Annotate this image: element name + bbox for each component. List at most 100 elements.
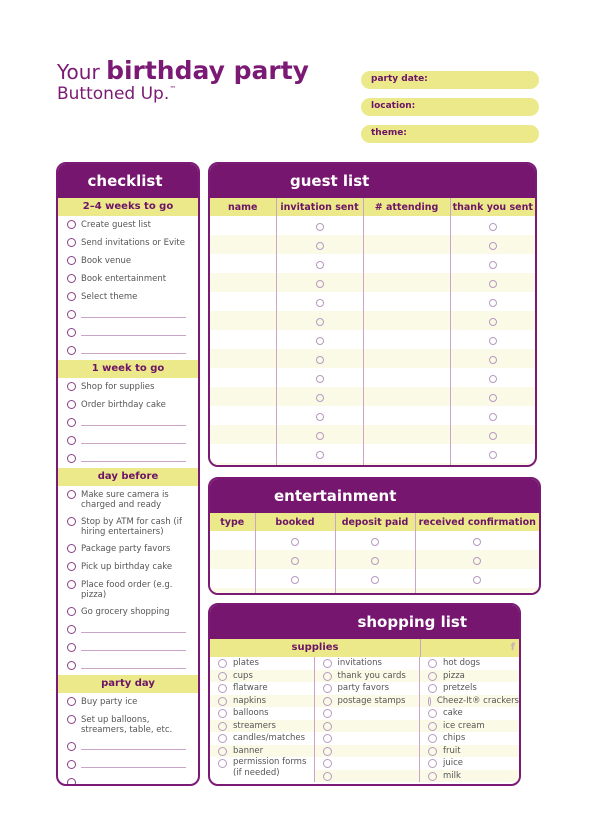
checklist-item[interactable]: Create guest list [58, 216, 198, 234]
table-cell[interactable] [449, 292, 535, 311]
checklist-item[interactable]: Buy party ice [58, 693, 198, 711]
checkbox-circle-icon[interactable] [371, 595, 379, 596]
checkbox-circle-icon[interactable] [488, 336, 497, 345]
table-cell[interactable] [362, 349, 450, 368]
table-cell[interactable] [275, 406, 363, 425]
checkbox-circle-icon[interactable] [315, 336, 324, 345]
checkbox-circle-icon[interactable] [315, 412, 324, 421]
checkbox-circle-icon[interactable] [67, 697, 76, 706]
checkbox-circle-icon[interactable] [428, 734, 437, 743]
table-cell[interactable] [449, 330, 535, 349]
checkbox-circle-icon[interactable] [67, 517, 76, 526]
table-cell[interactable] [254, 531, 335, 550]
checkbox-circle-icon[interactable] [67, 760, 76, 769]
shopping-item[interactable] [314, 744, 419, 757]
shopping-item[interactable] [315, 732, 420, 745]
checkbox-circle-icon[interactable] [322, 734, 332, 743]
shopping-item[interactable]: banner [210, 744, 314, 757]
checkbox-circle-icon[interactable] [428, 659, 437, 668]
table-cell[interactable] [254, 588, 335, 593]
shopping-item[interactable] [315, 757, 420, 770]
blank-write-line[interactable] [81, 436, 186, 444]
checklist-item[interactable]: Place food order (e.g. pizza) [58, 576, 198, 603]
checkbox-circle-icon[interactable] [322, 696, 332, 706]
checklist-item[interactable] [58, 414, 198, 432]
checkbox-circle-icon[interactable] [67, 742, 76, 751]
table-cell[interactable] [449, 444, 535, 463]
table-cell[interactable] [275, 425, 363, 444]
blank-write-line[interactable] [81, 643, 186, 651]
table-cell[interactable] [362, 235, 450, 254]
checklist-item[interactable]: Book entertainment [58, 270, 198, 288]
table-cell[interactable] [210, 425, 276, 444]
shopping-item[interactable]: party favors [315, 682, 420, 695]
checkbox-circle-icon[interactable] [315, 431, 324, 440]
table-cell[interactable] [414, 569, 539, 588]
table-cell[interactable] [362, 311, 450, 330]
checkbox-circle-icon[interactable] [322, 671, 332, 681]
checkbox-circle-icon[interactable] [67, 436, 76, 445]
checklist-item[interactable] [58, 756, 198, 774]
table-cell[interactable] [362, 387, 450, 406]
checklist-item[interactable] [58, 342, 198, 360]
checkbox-circle-icon[interactable] [291, 556, 299, 565]
table-cell[interactable] [275, 349, 363, 368]
checkbox-circle-icon[interactable] [291, 575, 299, 584]
checkbox-circle-icon[interactable] [67, 292, 76, 301]
shopping-item[interactable] [315, 707, 420, 720]
checkbox-circle-icon[interactable] [67, 274, 76, 283]
table-cell[interactable] [210, 569, 255, 588]
shopping-item[interactable]: pretzels [420, 682, 519, 695]
checkbox-circle-icon[interactable] [218, 659, 227, 668]
table-cell[interactable] [275, 311, 363, 330]
shopping-item[interactable]: cake [420, 707, 519, 720]
table-cell[interactable] [449, 311, 535, 330]
table-cell[interactable] [362, 273, 450, 292]
table-cell[interactable] [334, 588, 415, 596]
party-date-field[interactable]: party date: [361, 71, 539, 89]
shopping-item[interactable]: napkins [210, 694, 314, 707]
checklist-item[interactable]: Go grocery shopping [58, 603, 198, 621]
table-cell[interactable] [210, 311, 276, 330]
table-cell[interactable] [362, 254, 450, 273]
table-cell[interactable] [449, 216, 535, 235]
checkbox-circle-icon[interactable] [428, 771, 437, 781]
checkbox-circle-icon[interactable] [291, 537, 299, 546]
checkbox-circle-icon[interactable] [67, 715, 76, 724]
checklist-item[interactable]: Shop for supplies [58, 378, 198, 396]
shopping-item[interactable]: hot dogs [420, 657, 519, 670]
table-cell[interactable] [275, 444, 363, 463]
shopping-item[interactable]: milk [420, 769, 519, 782]
checklist-item[interactable] [58, 774, 198, 784]
checklist-item[interactable] [58, 621, 198, 639]
table-cell[interactable] [362, 216, 450, 235]
table-cell[interactable] [210, 387, 276, 406]
table-cell[interactable] [362, 292, 450, 311]
shopping-item[interactable]: permission forms (if needed) [210, 757, 314, 782]
checkbox-circle-icon[interactable] [218, 734, 227, 743]
table-cell[interactable] [210, 463, 276, 465]
checkbox-circle-icon[interactable] [315, 393, 324, 402]
table-cell[interactable] [275, 463, 363, 465]
table-cell[interactable] [449, 406, 535, 425]
checklist-item[interactable] [58, 657, 198, 675]
checkbox-circle-icon[interactable] [488, 431, 497, 440]
checklist-item[interactable] [58, 738, 198, 756]
checkbox-circle-icon[interactable] [67, 418, 76, 427]
checklist-item[interactable]: Package party favors [58, 540, 198, 558]
table-cell[interactable] [449, 254, 535, 273]
table-cell[interactable] [449, 273, 535, 292]
checkbox-circle-icon[interactable] [315, 450, 324, 459]
table-cell[interactable] [210, 292, 276, 311]
checkbox-circle-icon[interactable] [488, 279, 497, 288]
blank-write-line[interactable] [81, 454, 186, 462]
shopping-item[interactable]: pizza [420, 669, 519, 682]
checkbox-circle-icon[interactable] [488, 412, 497, 421]
shopping-item[interactable]: plates [210, 657, 314, 670]
shopping-item[interactable] [314, 719, 419, 732]
table-cell[interactable] [449, 463, 535, 465]
checklist-item[interactable]: Order birthday cake [58, 396, 198, 414]
checkbox-circle-icon[interactable] [67, 661, 76, 670]
blank-write-line[interactable] [81, 778, 186, 784]
checklist-item[interactable] [58, 432, 198, 450]
